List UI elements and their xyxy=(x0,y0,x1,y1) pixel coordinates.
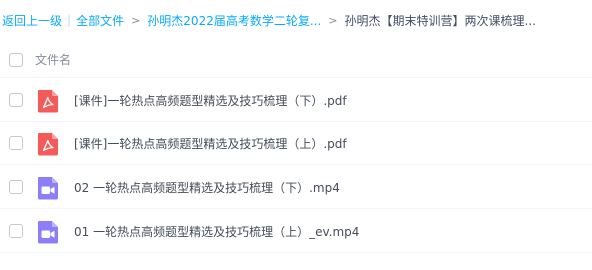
file-name[interactable]: 01 一轮热点高频题型精选及技巧梳理（上）_ev.mp4 xyxy=(74,223,359,240)
column-header-filename: 文件名 xyxy=(35,53,72,67)
file-row[interactable]: [课件]一轮热点高频题型精选及技巧梳理（上）.pdf xyxy=(0,122,592,165)
pdf-icon xyxy=(37,89,59,113)
breadcrumb-current: 孙明杰【期末特训营】两次课梳理... xyxy=(344,13,536,28)
breadcrumb-chevron: > xyxy=(328,13,338,27)
select-all-checkbox[interactable] xyxy=(9,53,23,67)
breadcrumb-separator: | xyxy=(67,13,72,27)
file-name[interactable]: [课件]一轮热点高频题型精选及技巧梳理（上）.pdf xyxy=(74,135,347,152)
row-checkbox[interactable] xyxy=(9,224,23,238)
breadcrumb: 返回上一级 | 全部文件 > 孙明杰2022届高考数学二轮复... > 孙明杰【… xyxy=(2,10,592,30)
file-name[interactable]: [课件]一轮热点高频题型精选及技巧梳理（下）.pdf xyxy=(74,92,347,109)
back-link[interactable]: 返回上一级 xyxy=(2,12,62,29)
row-checkbox[interactable] xyxy=(9,136,23,150)
breadcrumb-folder[interactable]: 孙明杰2022届高考数学二轮复... xyxy=(147,12,321,29)
pdf-icon xyxy=(37,132,59,156)
file-list-header: 文件名 xyxy=(0,42,592,78)
file-row[interactable]: [课件]一轮热点高频题型精选及技巧梳理（下）.pdf xyxy=(0,79,592,122)
file-row[interactable]: 02 一轮热点高频题型精选及技巧梳理（下）.mp4 xyxy=(0,166,592,209)
breadcrumb-all-files[interactable]: 全部文件 xyxy=(76,12,124,29)
row-checkbox[interactable] xyxy=(9,93,23,107)
file-name[interactable]: 02 一轮热点高频题型精选及技巧梳理（下）.mp4 xyxy=(74,179,340,196)
video-icon xyxy=(37,220,59,244)
breadcrumb-chevron: > xyxy=(131,13,141,27)
file-row[interactable]: 01 一轮热点高频题型精选及技巧梳理（上）_ev.mp4 xyxy=(0,210,592,253)
row-checkbox[interactable] xyxy=(9,180,23,194)
video-icon xyxy=(37,176,59,200)
